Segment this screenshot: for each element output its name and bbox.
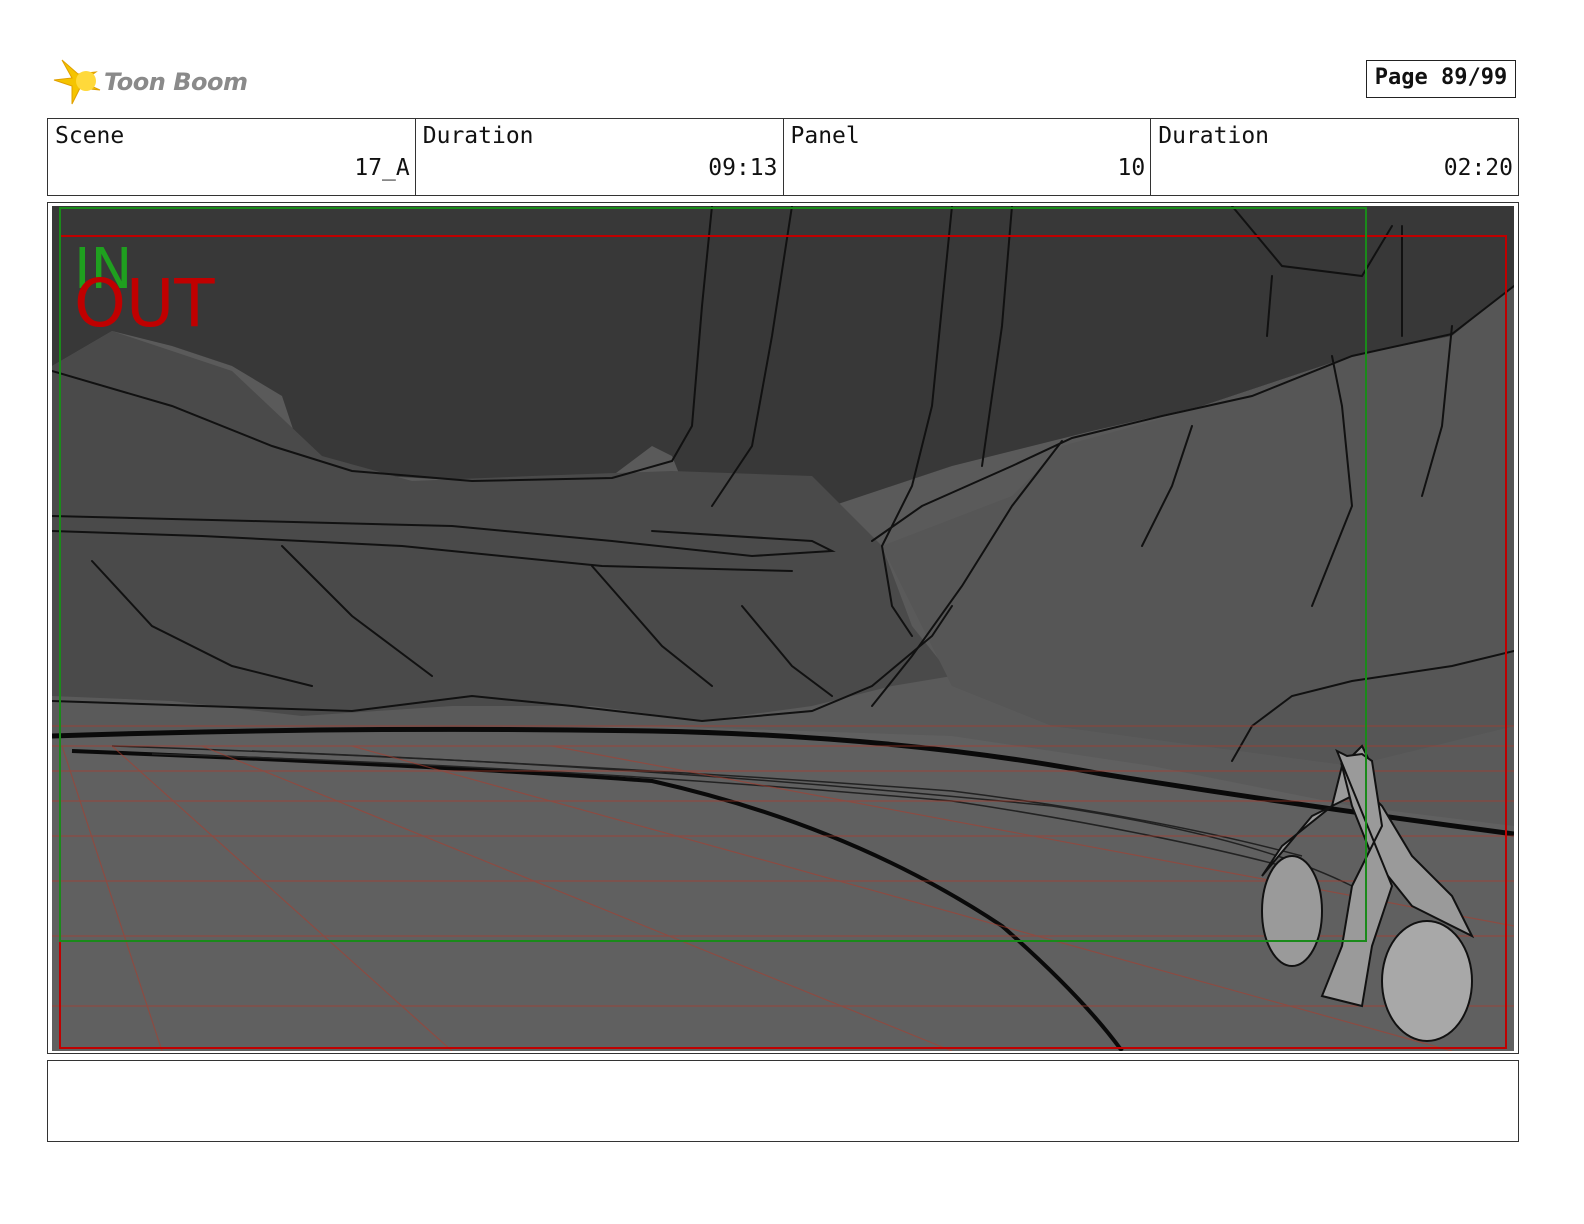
panel-duration-value: 02:20: [1443, 155, 1513, 181]
scene-duration-value: 09:13: [708, 155, 778, 181]
scene-duration-cell: Duration 09:13: [416, 119, 784, 195]
scene-value: 17_A: [354, 155, 410, 181]
out-marker: OUT: [74, 265, 215, 342]
scene-cell: Scene 17_A: [48, 119, 416, 195]
toon-boom-logo: Toon Boom: [52, 56, 252, 108]
panel-value: 10: [1117, 155, 1146, 181]
page-number: Page 89/99: [1366, 60, 1516, 98]
scene-duration-label: Duration: [422, 123, 534, 149]
panel-info-table: Scene 17_A Duration 09:13 Panel 10 Durat…: [47, 118, 1519, 196]
starburst-icon: [53, 59, 101, 105]
storyboard-panel-sketch: IN OUT: [52, 206, 1514, 1051]
scene-label: Scene: [55, 123, 125, 149]
panel-notes-box: [47, 1060, 1519, 1142]
logo-text: Toon Boom: [104, 68, 248, 96]
panel-cell: Panel 10: [784, 119, 1152, 195]
panel-duration-cell: Duration 02:20: [1151, 119, 1518, 195]
panel-label: Panel: [790, 123, 860, 149]
panel-duration-label: Duration: [1158, 123, 1270, 149]
